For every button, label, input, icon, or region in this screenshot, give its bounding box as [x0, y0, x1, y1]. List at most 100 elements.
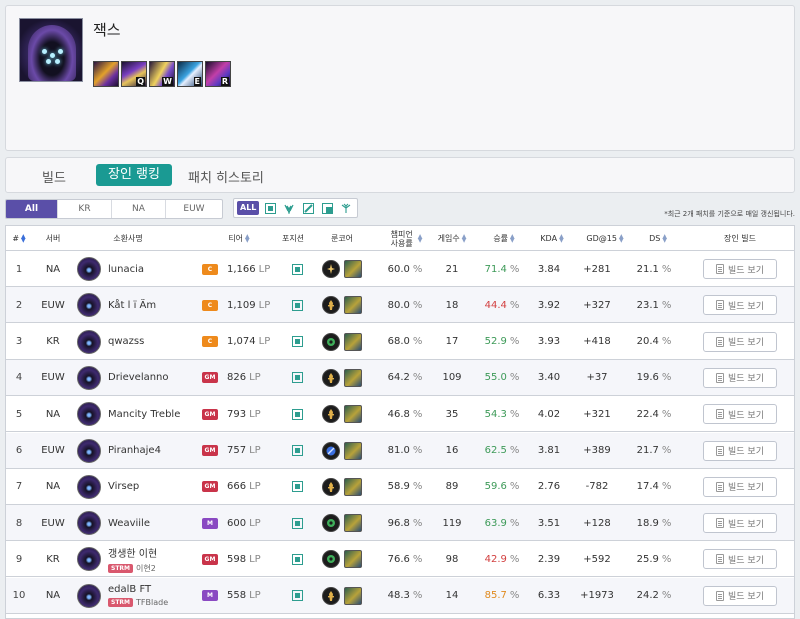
stream-badge: STRM [108, 563, 134, 573]
champion-portrait [19, 18, 83, 82]
winrate-cell: 63.9% [484, 517, 520, 529]
bottom-lane-icon[interactable] [319, 201, 335, 215]
games-cell: 14 [445, 590, 459, 602]
position-cell [283, 287, 311, 323]
view-build-button[interactable]: 빌드 보기 [703, 331, 777, 352]
tier-cell: M 600 LP [202, 505, 272, 541]
gd15-cell: +389 [583, 445, 611, 456]
ds-cell: 23.1% [636, 299, 672, 311]
view-build-button[interactable]: 빌드 보기 [703, 295, 777, 316]
tab-master-ranking[interactable]: 장인 랭킹 [96, 164, 172, 186]
region-na-button[interactable]: NA [112, 200, 166, 218]
position-cell [283, 541, 311, 577]
table-row: 6 EUW Piranhaje4 GM 757 LP 81.0% 16 62.5%… [6, 432, 794, 469]
grasp-rune-icon [322, 332, 340, 351]
gd15-cell: +281 [583, 263, 611, 275]
summoner-name[interactable]: Drievelanno [108, 372, 169, 383]
lp-value: 600 [227, 517, 247, 529]
col-kda[interactable]: KDA ▲ ▼ [532, 226, 572, 251]
top-lane-icon [291, 299, 303, 311]
kda-cell: 3.84 [537, 263, 561, 275]
rank-cell: 4 [15, 372, 23, 384]
top-lane-icon [291, 517, 303, 529]
lp-value: 826 [227, 372, 247, 384]
table-row: 3 KR qwazss C 1,074 LP 68.0% 17 52.9% 3.9… [6, 323, 794, 360]
item-icon [344, 586, 362, 605]
ds-cell: 17.4% [636, 481, 672, 493]
view-build-button[interactable]: 빌드 보기 [703, 404, 777, 425]
summoner-name[interactable]: edalB FT [108, 584, 151, 595]
region-euw-button[interactable]: EUW [166, 200, 222, 218]
top-lane-icon[interactable] [262, 201, 278, 215]
electrocute-rune-icon [322, 260, 340, 278]
rune-cell [322, 324, 372, 360]
col-server: 서버 [45, 234, 61, 243]
view-build-button[interactable]: 빌드 보기 [703, 476, 777, 497]
skill-e-icon[interactable]: E [177, 61, 203, 87]
col-gd15[interactable]: GD@15 ▲ ▼ [580, 226, 630, 251]
summoner-name[interactable]: Piranhaje4 [108, 445, 161, 456]
summoner-cell: Virsep [108, 469, 198, 505]
avatar-cell [76, 251, 102, 287]
col-ds[interactable]: DS ▲ ▼ [640, 226, 676, 251]
skill-r-icon[interactable]: R [205, 61, 231, 87]
view-build-button[interactable]: 빌드 보기 [703, 367, 777, 388]
region-all-button[interactable]: All [6, 200, 58, 218]
skill-w-icon[interactable]: W [149, 61, 175, 87]
tier-cell: M 558 LP [202, 578, 272, 614]
jungle-icon[interactable] [281, 201, 297, 215]
col-winrate[interactable]: 승률 ▲ ▼ [482, 226, 526, 251]
view-build-button[interactable]: 빌드 보기 [703, 259, 777, 279]
table-row: 2 EUW Kåt l ï Äm C 1,109 LP 80.0% 18 44.4… [6, 287, 794, 324]
col-pick-rate[interactable]: 챔피언 사용률 ▲ ▼ [380, 226, 430, 251]
rank-cell: 1 [15, 263, 23, 275]
view-build-button[interactable]: 빌드 보기 [703, 513, 777, 534]
summoner-name[interactable]: Weaviile [108, 518, 150, 529]
summoner-name[interactable]: Kåt l ï Äm [108, 300, 156, 311]
tier-badge: M [202, 517, 218, 529]
tier-cell: GM 826 LP [202, 360, 272, 396]
games-cell: 119 [442, 517, 462, 529]
winrate-cell: 62.5% [484, 445, 520, 456]
summoner-name[interactable]: 갱생한 이현 [108, 545, 157, 560]
tab-patch-history[interactable]: 패치 히스토리 [188, 167, 264, 186]
summoner-name[interactable]: Virsep [108, 481, 139, 492]
tier-badge: GM [202, 481, 218, 493]
champion-header: 잭스 Q W E R [5, 5, 795, 151]
item-icon [344, 405, 362, 424]
col-games[interactable]: 게임수 ▲ ▼ [430, 226, 474, 251]
view-build-button[interactable]: 빌드 보기 [703, 440, 777, 461]
passive-icon[interactable] [93, 61, 119, 87]
col-build: 장인 빌드 [724, 234, 756, 243]
view-build-button[interactable]: 빌드 보기 [703, 585, 777, 606]
winrate-cell: 59.6% [484, 481, 520, 493]
rune-cell [322, 578, 372, 614]
summoner-name[interactable]: Mancity Treble [108, 409, 180, 420]
ds-cell: 21.1% [636, 263, 672, 275]
support-icon[interactable] [338, 201, 354, 215]
col-rank[interactable]: # ▲ ▼ [6, 226, 32, 251]
rank-cell: 5 [15, 408, 23, 420]
tier-badge: C [202, 336, 218, 348]
summoner-name[interactable]: lunacia [108, 264, 144, 275]
lp-value: 1,074 [227, 336, 256, 348]
item-icon [344, 441, 362, 460]
position-all-button[interactable]: ALL [237, 201, 260, 215]
update-notice: *최근 2개 패치를 기준으로 매일 갱신됩니다. [664, 210, 795, 218]
server-cell: NA [45, 408, 61, 420]
summoner-cell: Piranhaje4 [108, 433, 198, 469]
position-cell [283, 469, 311, 505]
region-kr-button[interactable]: KR [58, 200, 112, 218]
ds-cell: 24.2% [636, 590, 672, 602]
tab-build[interactable]: 빌드 [42, 167, 66, 186]
view-build-button[interactable]: 빌드 보기 [703, 549, 777, 570]
avatar [77, 257, 101, 281]
top-lane-icon [291, 445, 303, 456]
skill-q-icon[interactable]: Q [121, 61, 147, 87]
mid-lane-icon[interactable] [300, 201, 316, 215]
tier-cell: GM 666 LP [202, 469, 272, 505]
winrate-cell: 44.4% [484, 299, 520, 311]
col-tier[interactable]: 티어 ▲ ▼ [216, 226, 262, 251]
document-icon [716, 300, 724, 311]
summoner-name[interactable]: qwazss [108, 336, 144, 347]
